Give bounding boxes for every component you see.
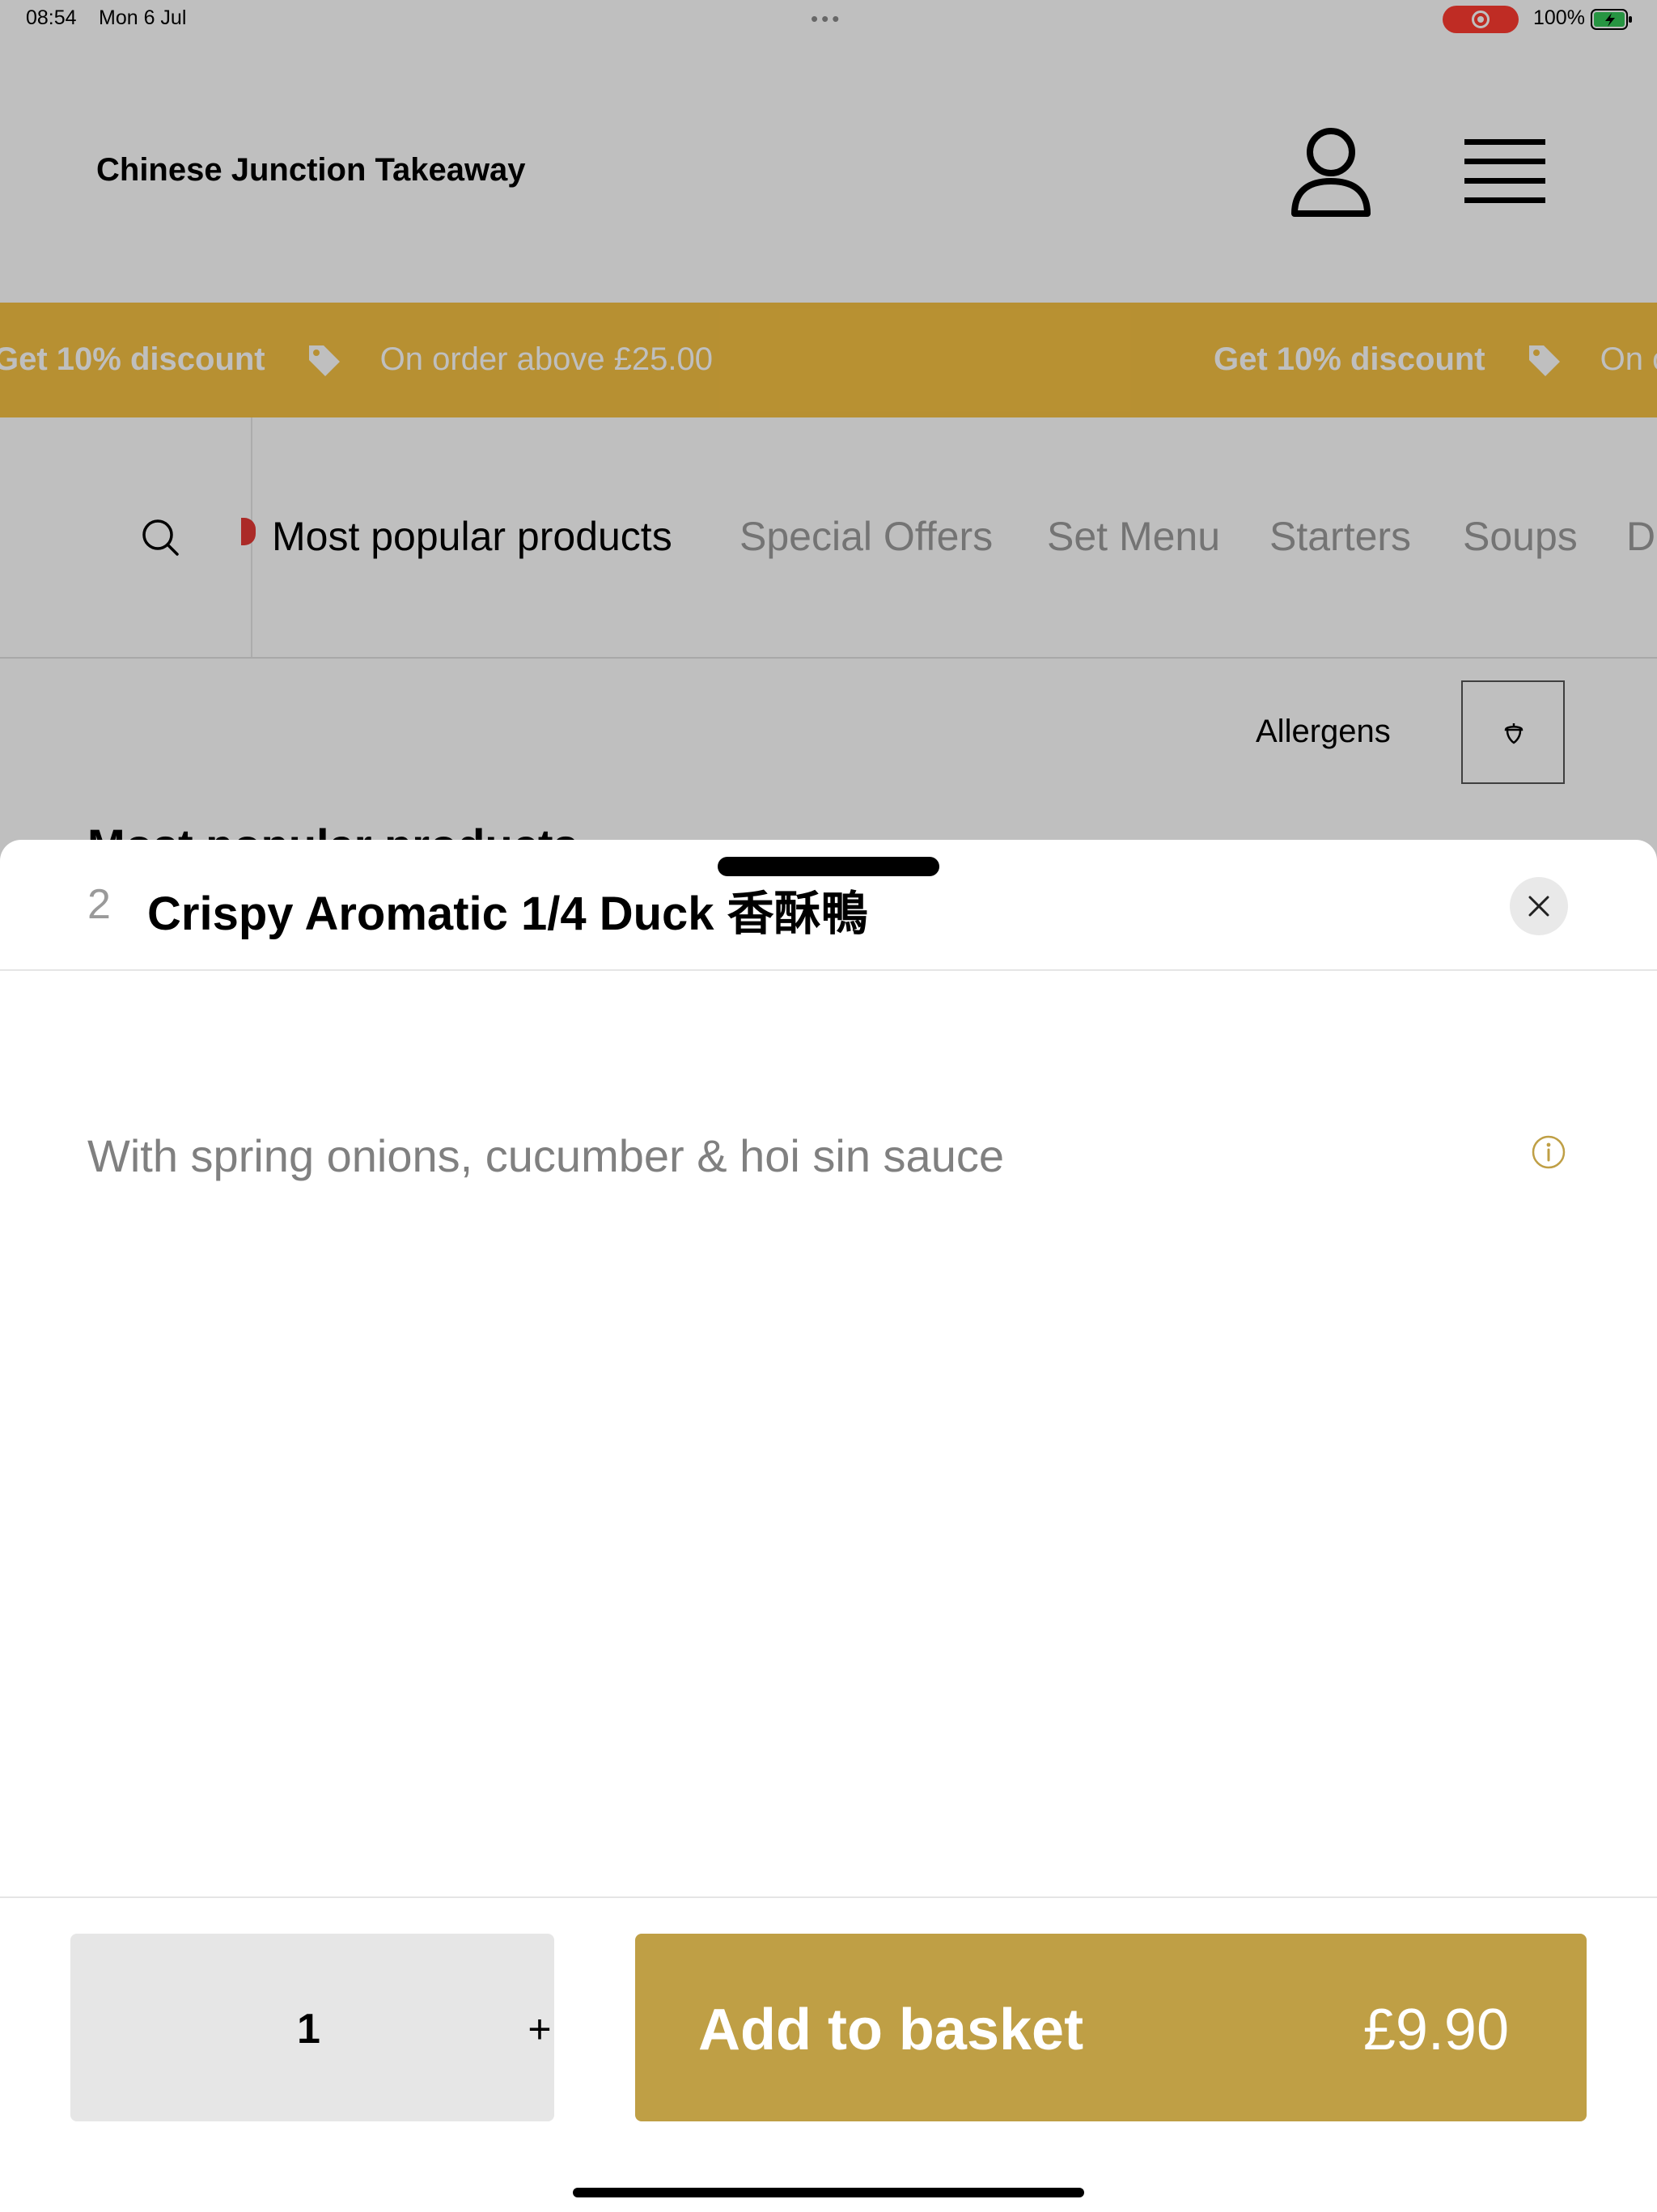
item-number: 2 [87,881,111,928]
item-title: Crispy Aromatic 1/4 Duck 香酥鴨 [147,888,868,940]
home-indicator[interactable] [573,2188,1084,2197]
add-to-basket-button[interactable]: Add to basket £9.90 [635,1934,1587,2121]
sheet-grabber[interactable] [718,857,939,876]
increase-quantity-button[interactable]: + [515,2005,564,2053]
product-sheet: 2 Crispy Aromatic 1/4 Duck 香酥鴨 With spri… [0,840,1657,2210]
item-price: £9.90 [1362,1998,1509,2062]
add-to-basket-label: Add to basket [698,1998,1084,2062]
sheet-footer: 1 + Add to basket £9.90 [0,1896,1657,2212]
quantity-value: 1 [297,2006,320,2053]
quantity-stepper: 1 + [70,1934,554,2121]
close-button[interactable] [1510,877,1568,935]
info-icon[interactable] [1531,1134,1566,1170]
close-icon [1528,896,1549,917]
item-description: With spring onions, cucumber & hoi sin s… [87,1130,1004,1181]
